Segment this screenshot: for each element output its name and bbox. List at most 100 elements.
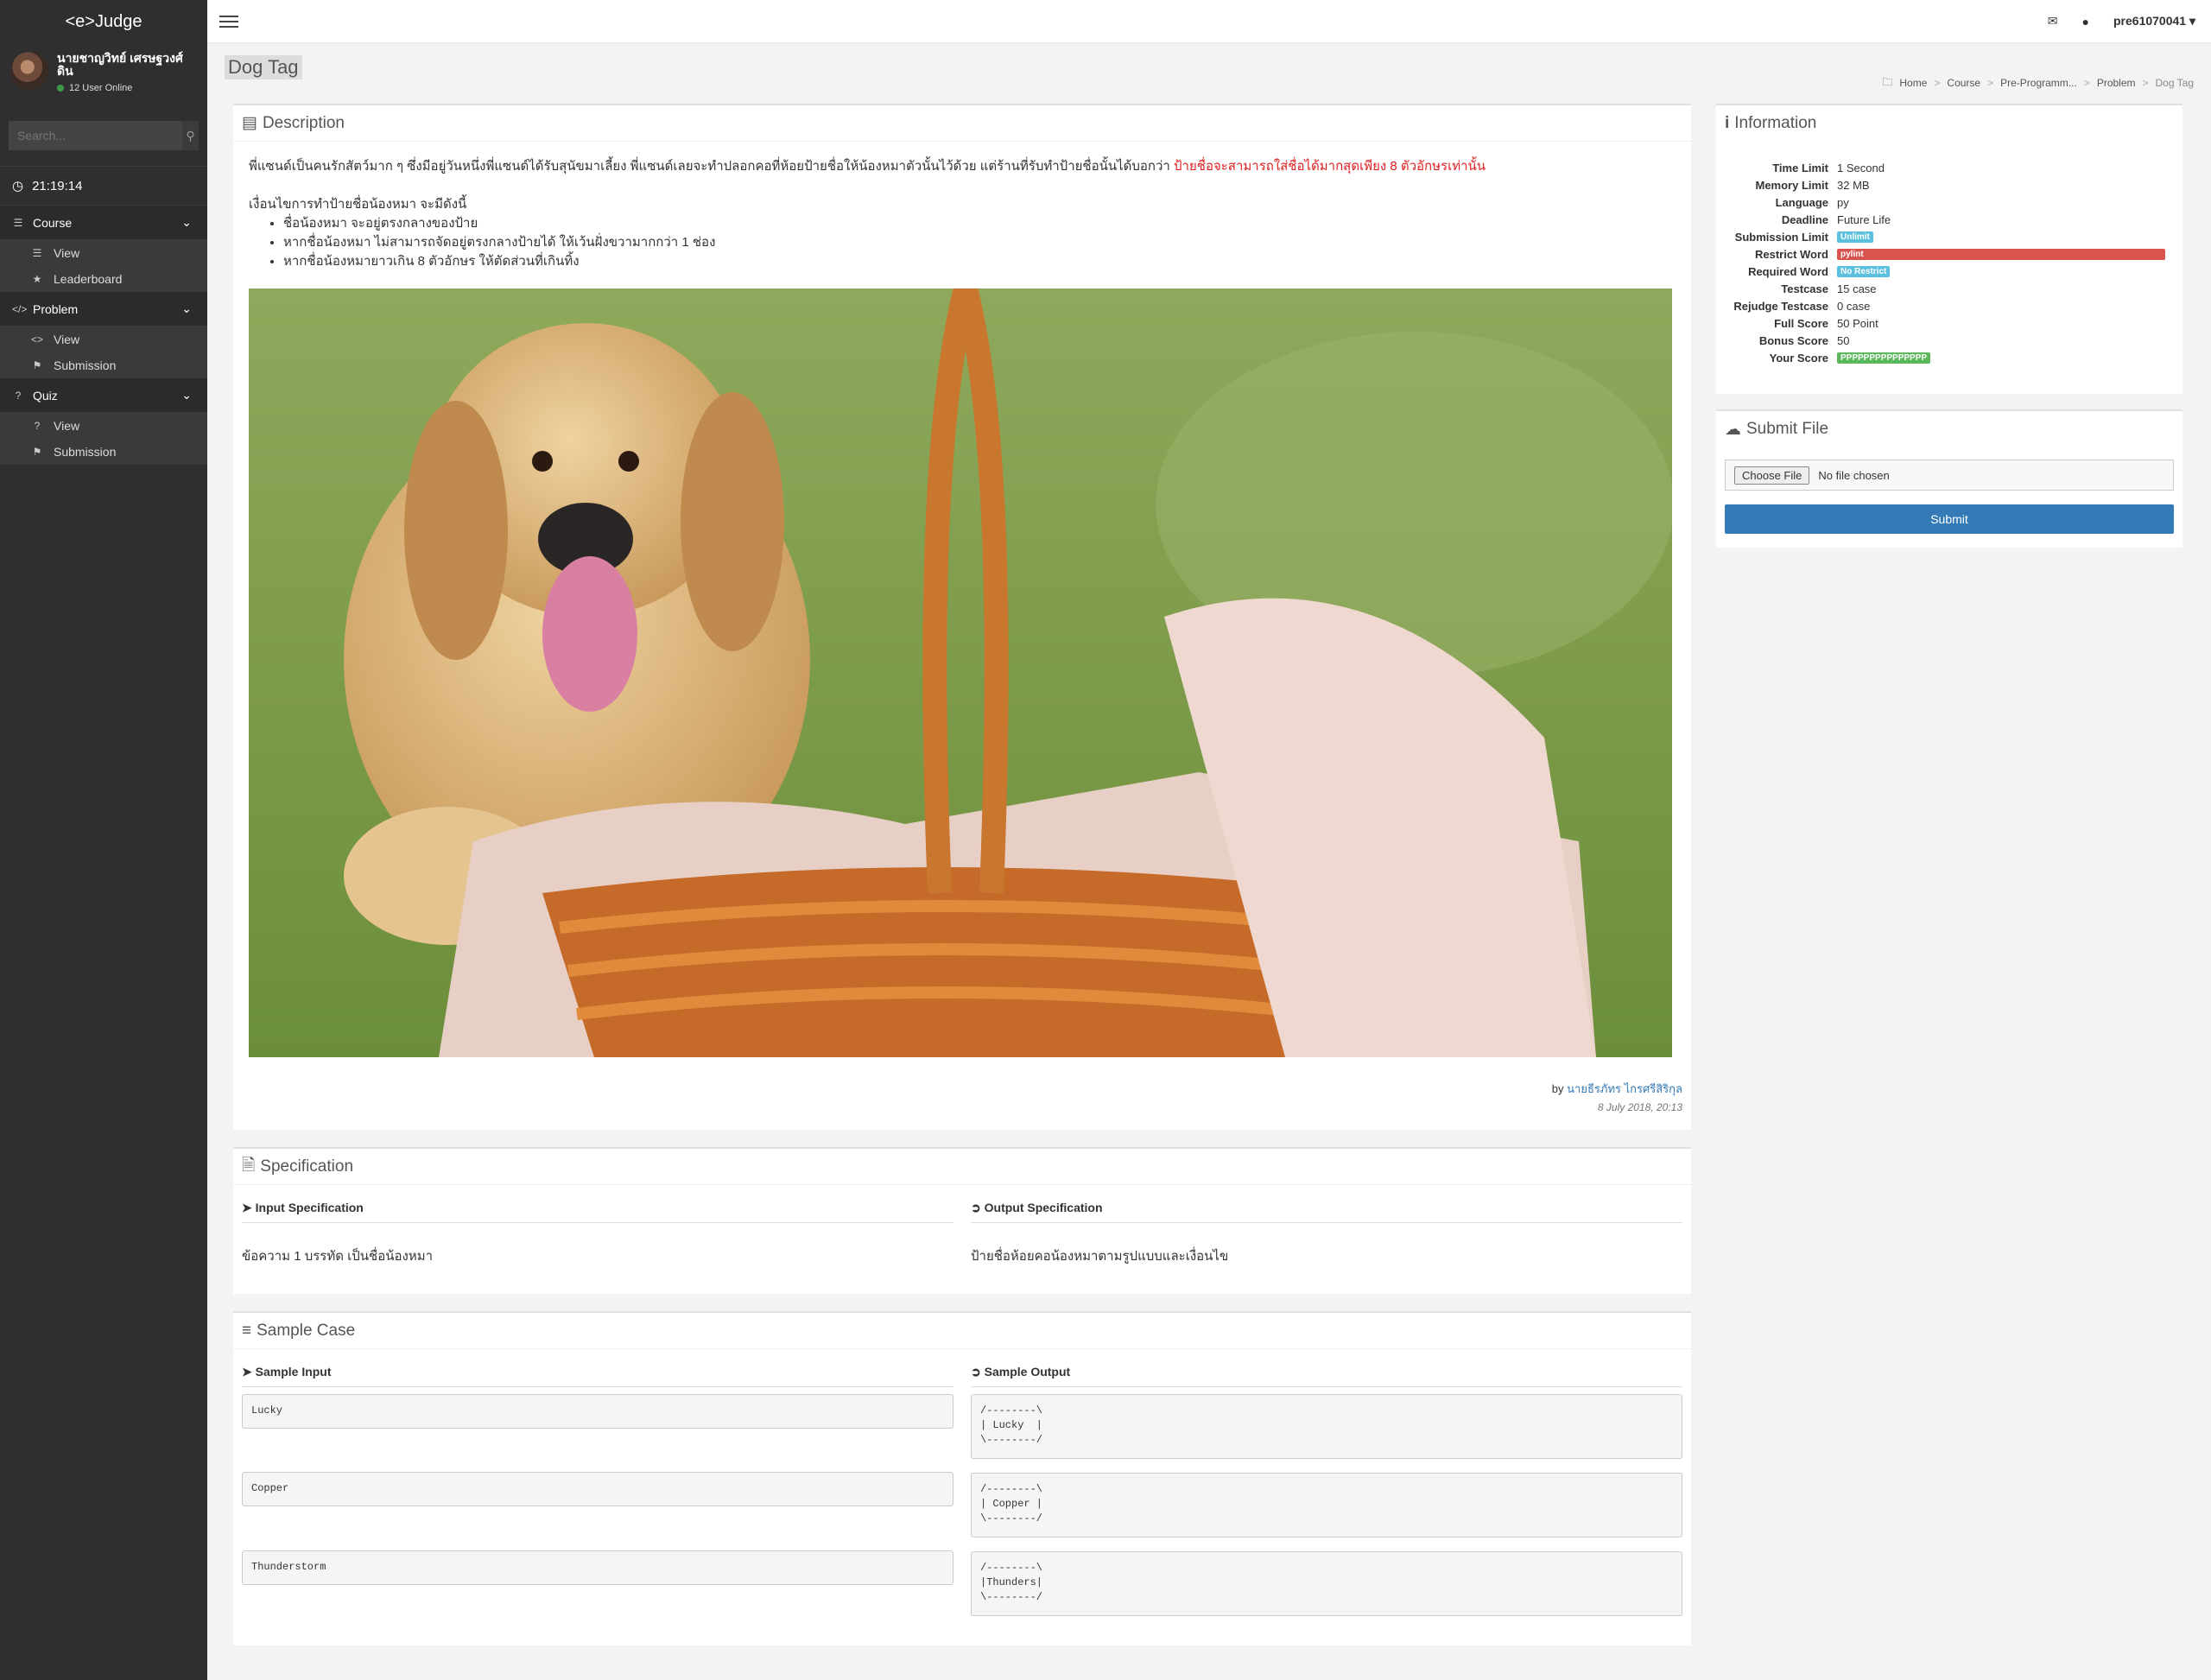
info-value: Unlimit [1837, 231, 1873, 243]
information-list: Time Limit 1 Second Memory Limit 32 MB Langu… [1716, 142, 2182, 366]
sidebar-item-label: View [54, 333, 80, 346]
app-logo[interactable]: <e>Judge [0, 0, 207, 43]
info-value: No Restrict [1837, 265, 1891, 277]
sidebar-item-leaderboard[interactable]: ★ Leaderboard [0, 266, 207, 292]
info-key: Submission Limit [1734, 230, 1828, 244]
code-icon: <> [31, 333, 44, 346]
submit-button[interactable]: Submit [1725, 504, 2174, 534]
sample-output-3: /--------\ |Thunders| \--------/ [971, 1551, 1682, 1616]
sidebar-item-label: Course [33, 215, 73, 230]
sidebar-item-problem-view[interactable]: <> View [0, 326, 207, 352]
info-key: Time Limit [1772, 161, 1828, 174]
question-icon: ? [34, 420, 41, 432]
info-row: Required Word No Restrict [1716, 263, 2182, 280]
sidebar-group-problem: </> Problem ⌄ <> View ⚑ Submission [0, 292, 207, 378]
sidebar-item-quiz[interactable]: ? Quiz ⌄ [0, 378, 207, 413]
sidebar-item-course[interactable]: ☰ Course ⌄ [0, 206, 207, 240]
condition-item: ชื่อน้องหมา จะอยู่ตรงกลางของป้าย [283, 214, 1674, 233]
info-value: pylint [1837, 248, 2165, 260]
sample-case-header: ≡ Sample Case [233, 1313, 1691, 1349]
info-key: Testcase [1781, 282, 1828, 295]
sidebar-item-problem-submission[interactable]: ⚑ Submission [0, 352, 207, 378]
info-row: Bonus Score 50 [1716, 332, 2182, 349]
question-icon: ? [15, 389, 22, 402]
page-header: Dog Tag 🗀 Home > Course > Pre-Programm... >… [207, 43, 2211, 104]
info-value: 0 case [1837, 299, 1871, 313]
flag-icon: ⚑ [32, 359, 42, 371]
list-ol-icon: ≡ [242, 1321, 252, 1340]
sample-case-title: Sample Case [257, 1321, 356, 1340]
sidebar-item-problem[interactable]: </> Problem ⌄ [0, 292, 207, 326]
breadcrumb-pre-programming[interactable]: Pre-Programm... [2000, 77, 2077, 89]
user-menu[interactable]: pre61070041 ▾ [2113, 14, 2195, 29]
search-input[interactable] [9, 121, 182, 150]
flag-icon: ⚑ [32, 446, 42, 458]
info-row: Your Score PPPPPPPPPPPPPPP [1716, 349, 2182, 366]
info-row: Testcase 15 case [1716, 280, 2182, 297]
page-title: Dog Tag [225, 55, 302, 79]
info-row: Restrict Word pylint [1716, 245, 2182, 263]
globe-icon[interactable]: ● [2082, 15, 2089, 29]
info-key: Memory Limit [1755, 178, 1828, 192]
sample-input-title: Sample Input [255, 1365, 332, 1379]
choose-file-button[interactable]: Choose File [1734, 466, 1810, 485]
sidebar-item-label: View [54, 246, 80, 260]
specification-title: Specification [260, 1157, 354, 1176]
submit-file-header: ☁ Submit File [1716, 411, 2182, 447]
list-icon: ☰ [32, 247, 42, 259]
info-value: Future Life [1837, 212, 1891, 226]
info-value: py [1837, 195, 1849, 209]
description-card: ▤ Description พี่แซนด์เป็นคนรักสัตว์มาก ๆ… [233, 104, 1691, 1130]
avatar[interactable] [10, 52, 48, 90]
sample-input-1: Lucky [242, 1394, 953, 1429]
info-key: Restrict Word [1755, 247, 1828, 261]
chevron-down-icon: ⌄ [181, 388, 192, 402]
code-icon: </> [12, 302, 28, 315]
clock: ◷ 21:19:14 [0, 166, 207, 206]
mail-icon[interactable]: ✉ [2048, 14, 2058, 29]
info-row: Rejudge Testcase 0 case [1716, 297, 2182, 314]
condition-item: หากชื่อน้องหมายาวเกิน 8 ตัวอักษร ให้ตัดส… [283, 252, 1674, 271]
author-prefix: by [1551, 1082, 1564, 1095]
clock-icon: ◷ [12, 179, 24, 193]
submit-file-title: Submit File [1746, 420, 1829, 438]
profile-name: นายชาญวิทย์ เศรษฐวงศ์ดิน [57, 51, 183, 78]
document-icon: 🗎 [242, 1156, 256, 1175]
info-icon: i [1725, 114, 1730, 132]
breadcrumb-current: Dog Tag [2155, 77, 2194, 89]
list-icon: ☰ [13, 216, 23, 229]
sidebar-item-label: Submission [54, 445, 117, 459]
file-input[interactable]: Choose File No file chosen [1725, 460, 2174, 491]
author-link[interactable]: นายธีรภัทร ไกรศรีสิริกุล [1567, 1082, 1682, 1095]
menu-toggle-icon[interactable] [219, 15, 238, 28]
info-key: Language [1775, 195, 1828, 209]
conditions-title: เงื่อนไขการทำป้ายชื่อน้องหมา จะมีดังนี้ [249, 197, 467, 212]
sample-output-2: /--------\ | Copper | \--------/ [971, 1473, 1682, 1537]
sidebar-item-course-view[interactable]: ☰ View [0, 240, 207, 266]
sidebar-item-label: Leaderboard [54, 272, 123, 286]
sample-input-3: Thunderstorm [242, 1550, 953, 1585]
info-key: Full Score [1774, 316, 1828, 330]
info-key: Bonus Score [1758, 333, 1828, 347]
user-profile: นายชาญวิทย์ เศรษฐวงศ์ดิน 12 User Online [0, 43, 207, 105]
sign-out-icon: ➲ [971, 1201, 981, 1214]
breadcrumb-home[interactable]: Home [1899, 77, 1927, 89]
info-key: Your Score [1769, 351, 1828, 365]
breadcrumb-course[interactable]: Course [1947, 77, 1980, 89]
caret-down-icon: ▾ [2189, 14, 2195, 28]
breadcrumb-problem[interactable]: Problem [2097, 77, 2136, 89]
sidebar-item-quiz-view[interactable]: ? View [0, 413, 207, 439]
submit-file-card: ☁ Submit File Choose File No file chosen … [1716, 409, 2182, 548]
user-menu-label: pre61070041 [2113, 14, 2187, 28]
conditions-list: ชื่อน้องหมา จะอยู่ตรงกลางของป้าย หากชื่อ… [283, 214, 1674, 271]
intro-highlight: ป้ายชื่อจะสามารถใส่ชื่อได้มากสุดเพียง 8 … [1174, 159, 1486, 174]
sample-input-2: Copper [242, 1472, 953, 1506]
sidebar-group-quiz: ? Quiz ⌄ ? View ⚑ Submission [0, 378, 207, 465]
file-status: No file chosen [1818, 468, 1890, 482]
sidebar-item-quiz-submission[interactable]: ⚑ Submission [0, 439, 207, 465]
topbar: ✉ ● pre61070041 ▾ [207, 0, 2211, 43]
problem-image [249, 288, 1672, 1057]
intro-text: พี่แซนด์เป็นคนรักสัตว์มาก ๆ ซึ่งมีอยู่วั… [249, 159, 1170, 174]
chevron-down-icon: ⌄ [181, 301, 192, 315]
search-icon[interactable]: ⚲ [182, 121, 199, 150]
